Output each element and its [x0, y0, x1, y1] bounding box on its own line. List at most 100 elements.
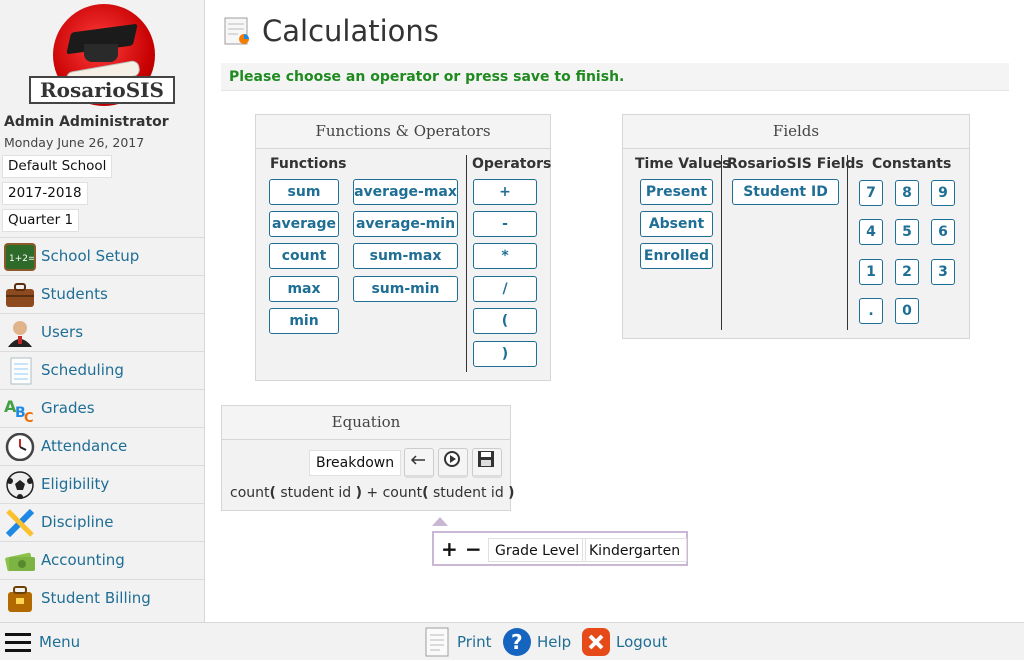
save-button[interactable]: [472, 448, 502, 478]
constant-button-3[interactable]: 3: [931, 259, 955, 285]
backspace-button[interactable]: [404, 448, 434, 478]
billing-bag-icon: [4, 585, 36, 613]
menu-label: Menu: [39, 633, 81, 651]
logout-icon: [582, 628, 610, 656]
menu-label: Attendance: [41, 437, 128, 455]
hamburger-menu-icon: [5, 633, 31, 652]
menu-label: Scheduling: [41, 361, 124, 379]
operator-button-plus[interactable]: +: [473, 179, 537, 205]
operator-button-open-paren[interactable]: (: [473, 308, 537, 334]
constant-button-1[interactable]: 1: [859, 259, 883, 285]
money-icon: [4, 547, 36, 575]
bottom-bar: Menu Print ? Help Logout: [0, 622, 1024, 660]
menu-label: Users: [41, 323, 84, 341]
function-button-average[interactable]: average: [269, 211, 339, 237]
field-button-enrolled[interactable]: Enrolled: [640, 243, 713, 269]
breakdown-popup: + − Grade Level Kindergarten: [432, 531, 688, 566]
operator-button-divide[interactable]: /: [473, 276, 537, 302]
add-breakdown-button[interactable]: +: [441, 537, 458, 561]
field-button-absent[interactable]: Absent: [640, 211, 713, 237]
menu-label: Eligibility: [41, 475, 110, 493]
school-select[interactable]: Default School: [2, 155, 113, 178]
menu-item-student-billing[interactable]: Student Billing: [0, 579, 204, 617]
operator-button-close-paren[interactable]: ): [473, 341, 537, 367]
constant-button-0[interactable]: 0: [895, 298, 919, 324]
function-button-sum[interactable]: sum: [269, 179, 339, 205]
current-date[interactable]: Monday June 26, 2017: [4, 135, 144, 150]
ruler-pencil-icon: [4, 508, 36, 538]
menu-item-grades[interactable]: ABC Grades: [0, 389, 204, 427]
constant-button-2[interactable]: 2: [895, 259, 919, 285]
menu-item-eligibility[interactable]: Eligibility: [0, 465, 204, 503]
breakdown-value-select[interactable]: Kindergarten: [582, 538, 688, 562]
function-button-average-max[interactable]: average-max: [353, 179, 458, 205]
logout-label: Logout: [616, 633, 668, 651]
constant-button-4[interactable]: 4: [859, 219, 883, 245]
constant-button-9[interactable]: 9: [931, 180, 955, 206]
school-year-select[interactable]: 2017-2018: [2, 182, 88, 205]
function-button-max[interactable]: max: [269, 276, 339, 302]
column-divider: [721, 155, 722, 330]
constant-button-decimal[interactable]: .: [859, 298, 883, 324]
function-button-sum-max[interactable]: sum-max: [353, 243, 458, 269]
school-setup-icon: 1+2=3: [4, 243, 41, 271]
column-divider: [466, 155, 467, 372]
quarter-select[interactable]: Quarter 1: [2, 209, 80, 232]
sidebar: RosarioSIS Admin Administrator Monday Ju…: [0, 0, 205, 622]
menu-item-discipline[interactable]: Discipline: [0, 503, 204, 541]
breakdown-select[interactable]: Breakdown: [309, 450, 402, 476]
page-title: Calculations: [262, 14, 439, 48]
remove-breakdown-button[interactable]: −: [465, 537, 482, 561]
backspace-icon: [410, 455, 425, 465]
help-icon: ?: [503, 628, 531, 656]
field-button-present[interactable]: Present: [640, 179, 713, 205]
constant-button-6[interactable]: 6: [931, 219, 955, 245]
equation-token: count: [230, 485, 270, 501]
instruction-message: Please choose an operator or press save …: [221, 63, 1009, 91]
constant-button-8[interactable]: 8: [895, 180, 919, 206]
menu-label: Students: [41, 285, 108, 303]
floppy-disk-icon: [478, 451, 494, 467]
abc-icon: ABC: [4, 395, 36, 426]
constant-button-5[interactable]: 5: [895, 219, 919, 245]
time-values-header: Time Values: [635, 156, 731, 172]
run-button[interactable]: [438, 448, 468, 478]
constant-button-7[interactable]: 7: [859, 180, 883, 206]
function-button-sum-min[interactable]: sum-min: [353, 276, 458, 302]
equation-token: student id: [428, 485, 509, 501]
svg-text:C: C: [24, 411, 34, 423]
menu-item-school-setup[interactable]: 1+2=3 School Setup: [0, 237, 204, 275]
menu-item-users[interactable]: Users: [0, 313, 204, 351]
column-divider: [847, 155, 848, 330]
constants-header: Constants: [872, 156, 952, 172]
notepad-icon: [4, 357, 36, 385]
logo-text: RosarioSIS: [29, 76, 175, 104]
menu-item-students[interactable]: Students: [0, 275, 204, 313]
equation-token: student id: [275, 485, 356, 501]
print-label: Print: [457, 633, 492, 651]
menu-item-scheduling[interactable]: Scheduling: [0, 351, 204, 389]
function-button-average-min[interactable]: average-min: [353, 211, 458, 237]
popup-arrow: [432, 517, 448, 526]
menu-item-accounting[interactable]: Accounting: [0, 541, 204, 579]
equation-display: count( student id ) + count( student id …: [230, 485, 515, 501]
rosariosis-logo[interactable]: RosarioSIS: [0, 0, 204, 110]
breakdown-field-select[interactable]: Grade Level: [488, 538, 587, 562]
calculations-icon: [224, 17, 250, 45]
main-menu: 1+2=3 School Setup Students Users Schedu…: [0, 237, 204, 617]
function-button-min[interactable]: min: [269, 308, 339, 334]
operator-button-multiply[interactable]: *: [473, 243, 537, 269]
menu-label: Grades: [41, 399, 95, 417]
svg-text:?: ?: [511, 630, 523, 654]
operators-header: Operators: [472, 156, 552, 172]
functions-header: Functions: [270, 156, 347, 172]
user-icon: [4, 319, 36, 347]
equation-token: ): [508, 485, 515, 501]
equation-token: + count: [361, 485, 423, 501]
field-button-student-id[interactable]: Student ID: [732, 179, 839, 205]
operator-button-minus[interactable]: -: [473, 211, 537, 237]
menu-item-attendance[interactable]: Attendance: [0, 427, 204, 465]
menu-label: Discipline: [41, 513, 114, 531]
function-button-count[interactable]: count: [269, 243, 339, 269]
svg-text:1+2=3: 1+2=3: [9, 254, 34, 264]
